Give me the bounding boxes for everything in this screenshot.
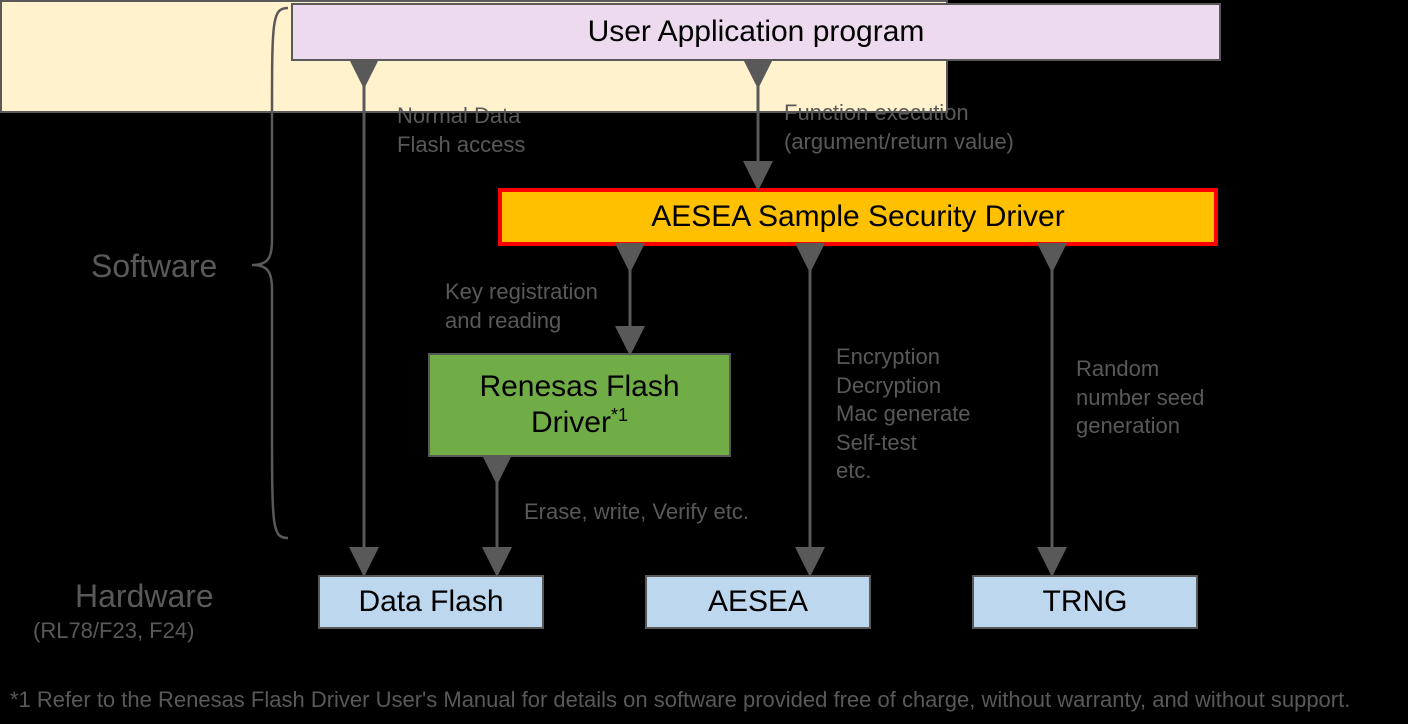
software-section-label: Software [91,248,217,285]
hardware-section-label: Hardware [75,578,214,615]
footnote-text: *1 Refer to the Renesas Flash Driver Use… [10,687,1350,713]
hardware-sub-label: (RL78/F23, F24) [33,618,194,644]
key-registration-label: Key registration and reading [445,278,598,335]
aesea-hw-box: AESEA [645,575,871,629]
renesas-flash-line1: Renesas Flash [479,370,679,403]
data-flash-box: Data Flash [318,575,544,629]
user-application-box: User Application program [291,3,1221,61]
erase-write-label: Erase, write, Verify etc. [524,498,749,527]
random-number-label: Random number seed generation [1076,355,1204,441]
renesas-flash-driver-box: Renesas Flash Driver*1 [428,353,731,457]
encryption-label: Encryption Decryption Mac generate Self-… [836,343,971,486]
renesas-flash-line2: Driver [531,406,611,439]
renesas-flash-sup: *1 [611,405,628,425]
trng-box: TRNG [972,575,1198,629]
aesea-driver-box: AESEA Sample Security Driver [498,188,1218,246]
normal-data-label: Normal Data Flash access [397,102,525,159]
function-exec-label: Function execution (argument/return valu… [784,99,1014,156]
